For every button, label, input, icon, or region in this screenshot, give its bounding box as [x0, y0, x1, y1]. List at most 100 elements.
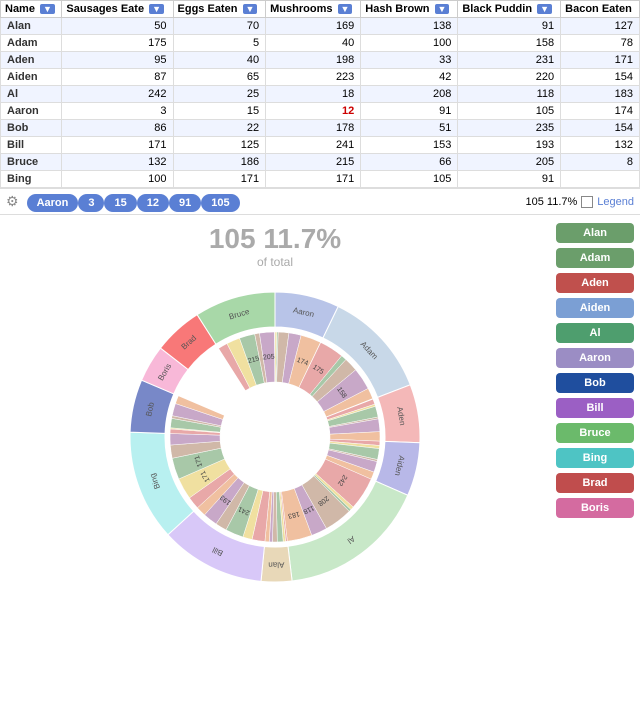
cell-value: 51: [361, 120, 458, 137]
legend-panel: Alan Adam Aden Aiden Al Aaron Bob Bill Bruce Bing…: [550, 215, 640, 597]
donut-svg: 174175158242208118183241193171171215205A…: [115, 277, 435, 597]
data-table: Name ▼ Sausages Eate ▼ Eggs Eaten ▼ Mush…: [0, 0, 640, 188]
cell-value: 183: [561, 86, 640, 103]
filter-pills: Aaron3151291105: [27, 195, 240, 209]
legend-item-bing[interactable]: Bing: [556, 448, 634, 468]
cell-value: 171: [62, 137, 173, 154]
legend-item-aden[interactable]: Aden: [556, 273, 634, 293]
cell-value: 231: [458, 52, 561, 69]
cell-value: 153: [361, 137, 458, 154]
cell-value: 223: [266, 69, 361, 86]
table-body: Alan507016913891127Adam17554010015878Ade…: [1, 18, 640, 188]
filter-mushrooms-btn[interactable]: ▼: [338, 4, 353, 14]
cell-value: 205: [458, 154, 561, 171]
cell-value: 186: [173, 154, 266, 171]
legend-item-adam[interactable]: Adam: [556, 248, 634, 268]
legend-checkbox[interactable]: [581, 196, 593, 208]
cell-value: 138: [361, 18, 458, 35]
table-row[interactable]: Aiden876522342220154: [1, 69, 640, 86]
table-row[interactable]: Bruce132186215662058: [1, 154, 640, 171]
cell-value: 235: [458, 120, 561, 137]
cell-value: 22: [173, 120, 266, 137]
cell-name: Bob: [1, 120, 62, 137]
cell-value: 193: [458, 137, 561, 154]
table-row[interactable]: Adam17554010015878: [1, 35, 640, 52]
cell-value: 178: [266, 120, 361, 137]
cell-value: 86: [62, 120, 173, 137]
legend-label[interactable]: Legend: [597, 196, 634, 208]
filter-sausages-btn[interactable]: ▼: [149, 4, 164, 14]
filter-name-btn[interactable]: ▼: [40, 4, 55, 14]
cell-value: 18: [266, 86, 361, 103]
cell-name: Aiden: [1, 69, 62, 86]
legend-item-aiden[interactable]: Aiden: [556, 298, 634, 318]
cell-value: 215: [266, 154, 361, 171]
cell-value: [561, 171, 640, 188]
cell-name: Bing: [1, 171, 62, 188]
cell-value: 12: [266, 103, 361, 120]
table-row[interactable]: Bob862217851235154: [1, 120, 640, 137]
cell-value: 40: [173, 52, 266, 69]
col-eggs: Eggs Eaten ▼: [173, 1, 266, 18]
gear-icon[interactable]: ⚙: [6, 193, 19, 210]
cell-value: 100: [361, 35, 458, 52]
cell-value: 91: [458, 171, 561, 188]
cell-value: 132: [62, 154, 173, 171]
cell-value: 198: [266, 52, 361, 69]
legend-item-al[interactable]: Al: [556, 323, 634, 343]
cell-value: 42: [361, 69, 458, 86]
filter-blackpudding-btn[interactable]: ▼: [537, 4, 552, 14]
cell-value: 171: [266, 171, 361, 188]
filter-pill[interactable]: 12: [137, 194, 169, 212]
legend-item-alan[interactable]: Alan: [556, 223, 634, 243]
table-row[interactable]: Alan507016913891127: [1, 18, 640, 35]
filter-pill[interactable]: Aaron: [27, 194, 79, 212]
table-row[interactable]: Bill171125241153193132: [1, 137, 640, 154]
cell-value: 25: [173, 86, 266, 103]
table-row[interactable]: Al2422518208118183: [1, 86, 640, 103]
filter-pill[interactable]: 105: [201, 194, 239, 212]
cell-value: 65: [173, 69, 266, 86]
filter-pill[interactable]: 91: [169, 194, 201, 212]
cell-value: 174: [561, 103, 640, 120]
cell-name: Aaron: [1, 103, 62, 120]
cell-value: 125: [173, 137, 266, 154]
table-row[interactable]: Bing10017117110591: [1, 171, 640, 188]
filter-pill[interactable]: 15: [104, 194, 136, 212]
donut-hole: [222, 384, 328, 490]
col-mushrooms: Mushrooms ▼: [266, 1, 361, 18]
cell-name: Al: [1, 86, 62, 103]
filter-bar: ⚙ Aaron3151291105 105 11.7% Legend: [0, 188, 640, 215]
legend-item-bill[interactable]: Bill: [556, 398, 634, 418]
cell-value: 33: [361, 52, 458, 69]
cell-value: 87: [62, 69, 173, 86]
cell-value: 105: [458, 103, 561, 120]
legend-item-brad[interactable]: Brad: [556, 473, 634, 493]
cell-value: 241: [266, 137, 361, 154]
donut-chart[interactable]: 174175158242208118183241193171171215205A…: [115, 277, 435, 597]
filter-hashbrown-btn[interactable]: ▼: [435, 4, 450, 14]
col-hashbrown: Hash Brown ▼: [361, 1, 458, 18]
filter-eggs-btn[interactable]: ▼: [243, 4, 258, 14]
cell-value: 95: [62, 52, 173, 69]
cell-value: 118: [458, 86, 561, 103]
legend-item-bruce[interactable]: Bruce: [556, 423, 634, 443]
cell-value: 66: [361, 154, 458, 171]
filter-pill[interactable]: 3: [78, 194, 104, 212]
cell-value: 40: [266, 35, 361, 52]
legend-item-bob[interactable]: Bob: [556, 373, 634, 393]
main-content: 105 11.7% of total 174175158242208118183…: [0, 215, 640, 597]
inner-label: 205: [263, 354, 275, 362]
cell-name: Alan: [1, 18, 62, 35]
table-row[interactable]: Aden954019833231171: [1, 52, 640, 69]
col-bacon: Bacon Eaten: [561, 1, 640, 18]
legend-item-boris[interactable]: Boris: [556, 498, 634, 518]
cell-value: 132: [561, 137, 640, 154]
cell-value: 8: [561, 154, 640, 171]
cell-value: 175: [62, 35, 173, 52]
cell-value: 3: [62, 103, 173, 120]
legend-item-aaron[interactable]: Aaron: [556, 348, 634, 368]
cell-value: 105: [361, 171, 458, 188]
table-row[interactable]: Aaron3151291105174: [1, 103, 640, 120]
chart-subtitle: of total: [257, 255, 293, 269]
